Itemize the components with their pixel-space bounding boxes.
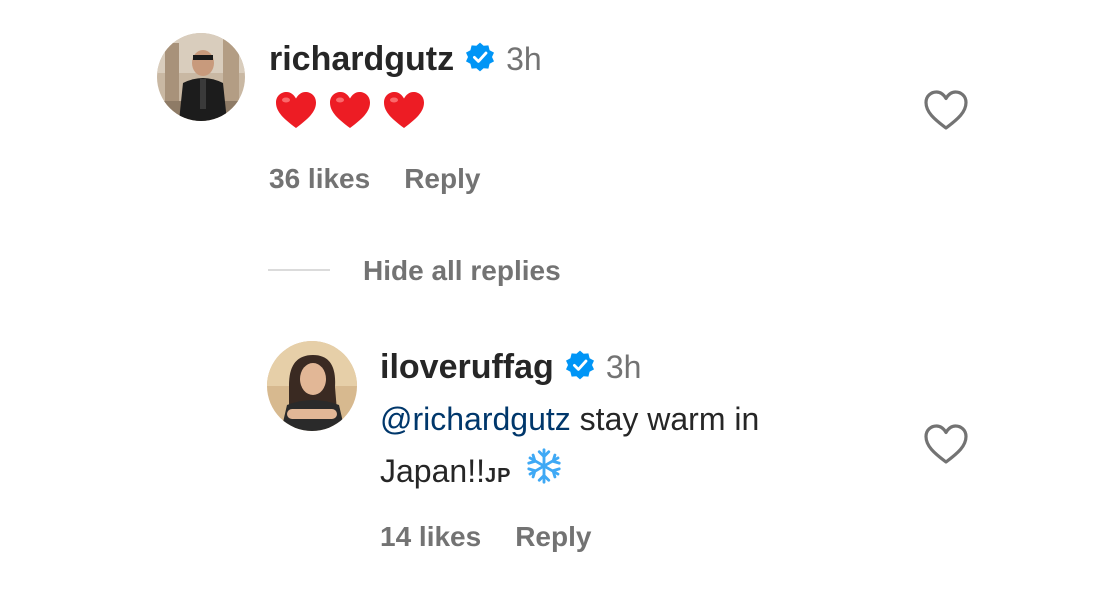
replies-divider	[268, 269, 330, 271]
hide-all-replies-button[interactable]: Hide all replies	[363, 255, 561, 287]
comment-reply-button[interactable]: Reply	[404, 163, 480, 195]
snowflake-icon	[525, 447, 563, 500]
mention-link[interactable]: @richardgutz	[380, 401, 571, 437]
heart-outline-icon	[924, 424, 968, 464]
red-heart-icon	[384, 92, 424, 128]
reply-likes-count[interactable]: 14 likes	[380, 521, 481, 553]
avatar-richardgutz[interactable]	[157, 33, 245, 121]
verified-badge-icon	[464, 41, 496, 78]
heart-outline-icon	[924, 90, 968, 130]
reply-timestamp: 3h	[605, 349, 642, 385]
avatar-iloveruffag[interactable]	[267, 341, 357, 431]
reply-reply-button[interactable]: Reply	[515, 521, 591, 553]
comment-username[interactable]: richardgutz	[269, 40, 454, 79]
like-reply-button[interactable]	[922, 422, 970, 471]
red-heart-icon	[330, 92, 370, 128]
reply-text-line1: stay warm in	[570, 401, 760, 437]
reply-signature: JP	[484, 465, 512, 487]
red-heart-icon	[276, 92, 316, 128]
comment-timestamp: 3h	[506, 41, 542, 77]
comment-likes-count[interactable]: 36 likes	[269, 163, 370, 195]
comment-text	[274, 90, 426, 130]
reply-text: @richardgutz stay warm in Japan!!JP	[380, 393, 900, 502]
reply-text-line2: Japan!!	[380, 453, 485, 489]
verified-badge-icon	[564, 349, 596, 386]
reply-username[interactable]: iloveruffag	[380, 348, 554, 387]
like-comment-button[interactable]	[922, 88, 970, 137]
